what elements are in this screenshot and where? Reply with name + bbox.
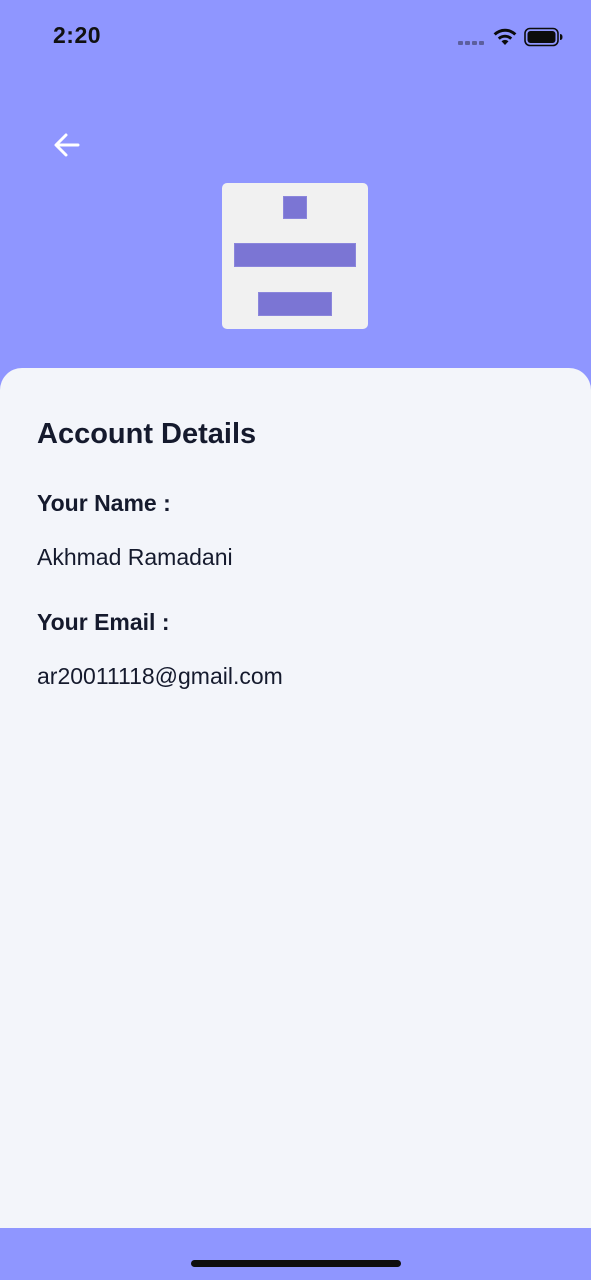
app-logo-icon <box>222 183 368 329</box>
logo-block-bottom <box>258 292 332 316</box>
arrow-left-icon <box>54 133 80 157</box>
logo-block-top <box>283 196 307 219</box>
home-indicator[interactable] <box>191 1260 401 1267</box>
email-value: ar20011118@gmail.com <box>37 663 283 689</box>
name-label: Your Name : <box>37 490 171 516</box>
account-details-title: Account Details <box>37 418 257 450</box>
signal-dots-icon <box>458 41 484 45</box>
status-time: 2:20 <box>53 22 102 48</box>
account-details-card: Account Details Your Name : Akhmad Ramad… <box>0 368 591 1228</box>
email-label: Your Email : <box>37 609 170 635</box>
name-value: Akhmad Ramadani <box>37 544 233 570</box>
back-button[interactable] <box>44 122 90 168</box>
battery-icon <box>524 27 563 47</box>
wifi-icon <box>493 28 517 45</box>
logo-block-middle <box>234 243 356 267</box>
bottom-bar <box>0 1228 591 1280</box>
